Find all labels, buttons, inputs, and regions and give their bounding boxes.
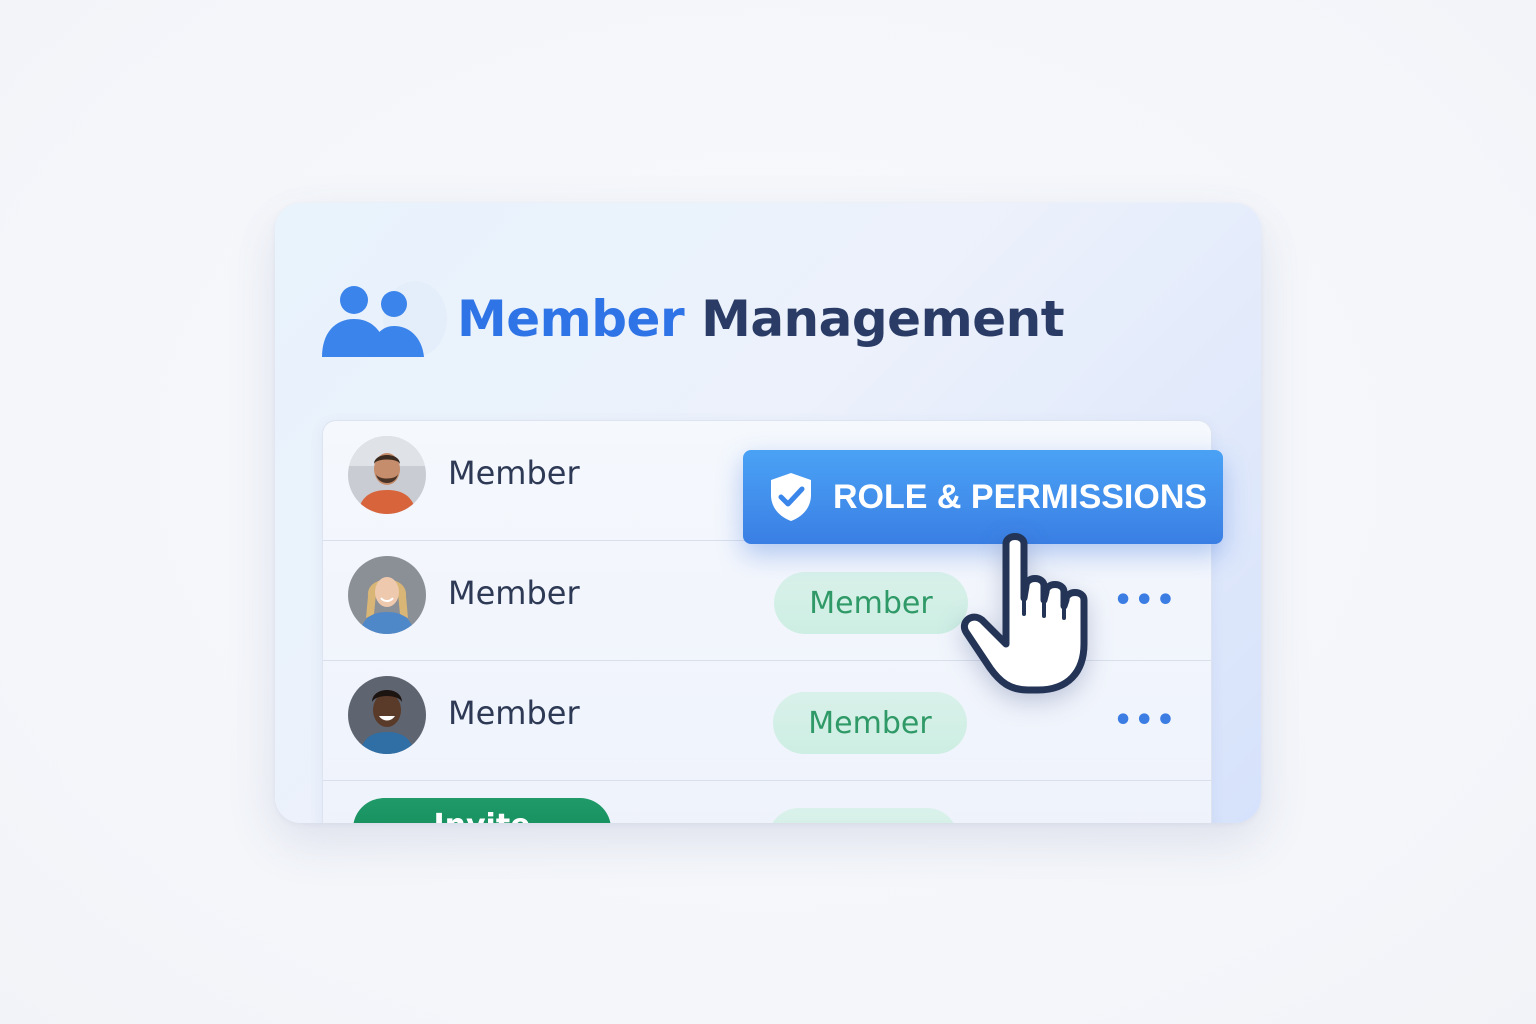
- role-badge[interactable]: Member: [774, 572, 968, 634]
- member-name: Member: [448, 574, 580, 612]
- card-header: Member Management: [321, 281, 1065, 357]
- users-icon: [322, 281, 447, 357]
- member-row[interactable]: Invite: [323, 781, 1211, 823]
- role-badge[interactable]: [768, 808, 958, 823]
- role-badge[interactable]: Member: [773, 692, 967, 754]
- invite-button[interactable]: Invite: [353, 798, 611, 823]
- role-permissions-label: ROLE & PERMISSIONS: [833, 477, 1208, 516]
- avatar: [348, 436, 426, 514]
- page-background: Member Management Member Member Member •…: [0, 0, 1536, 1024]
- page-title: Member Management: [457, 290, 1065, 348]
- avatar: [348, 556, 426, 634]
- shield-check-icon: [771, 473, 811, 521]
- title-word-member: Member: [457, 290, 685, 348]
- title-word-management: Management: [701, 290, 1065, 348]
- avatar: [348, 676, 426, 754]
- hand-cursor-icon: [961, 533, 1088, 694]
- member-name: Member: [448, 454, 580, 492]
- member-name: Member: [448, 694, 580, 732]
